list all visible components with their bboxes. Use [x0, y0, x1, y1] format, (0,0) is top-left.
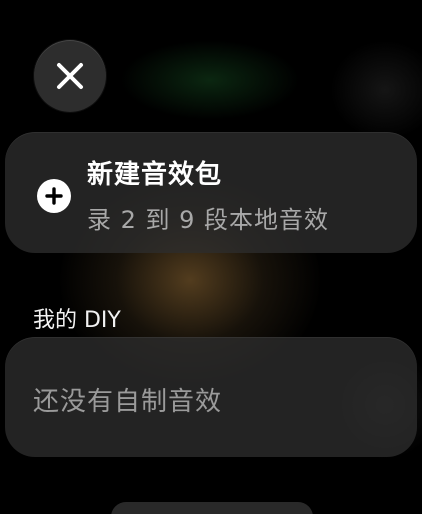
- new-sound-pack-title: 新建音效包: [87, 160, 223, 190]
- screen: 新建音效包 录 2 到 9 段本地音效 我的 DIY 还没有自制音效: [0, 0, 422, 514]
- bottom-partial-control[interactable]: [111, 502, 313, 514]
- new-sound-pack-subtitle: 录 2 到 9 段本地音效: [87, 206, 330, 234]
- new-sound-pack-button[interactable]: 新建音效包 录 2 到 9 段本地音效: [5, 132, 417, 253]
- close-icon: [57, 63, 83, 89]
- diy-empty-card: 还没有自制音效: [5, 337, 417, 457]
- my-diy-heading: 我的 DIY: [33, 308, 121, 333]
- background-glow-green: [120, 40, 300, 120]
- plus-circle-icon: [37, 179, 71, 213]
- diy-empty-text: 还没有自制音效: [33, 387, 223, 417]
- close-button[interactable]: [34, 40, 106, 112]
- background-glow-right-top: [330, 40, 422, 140]
